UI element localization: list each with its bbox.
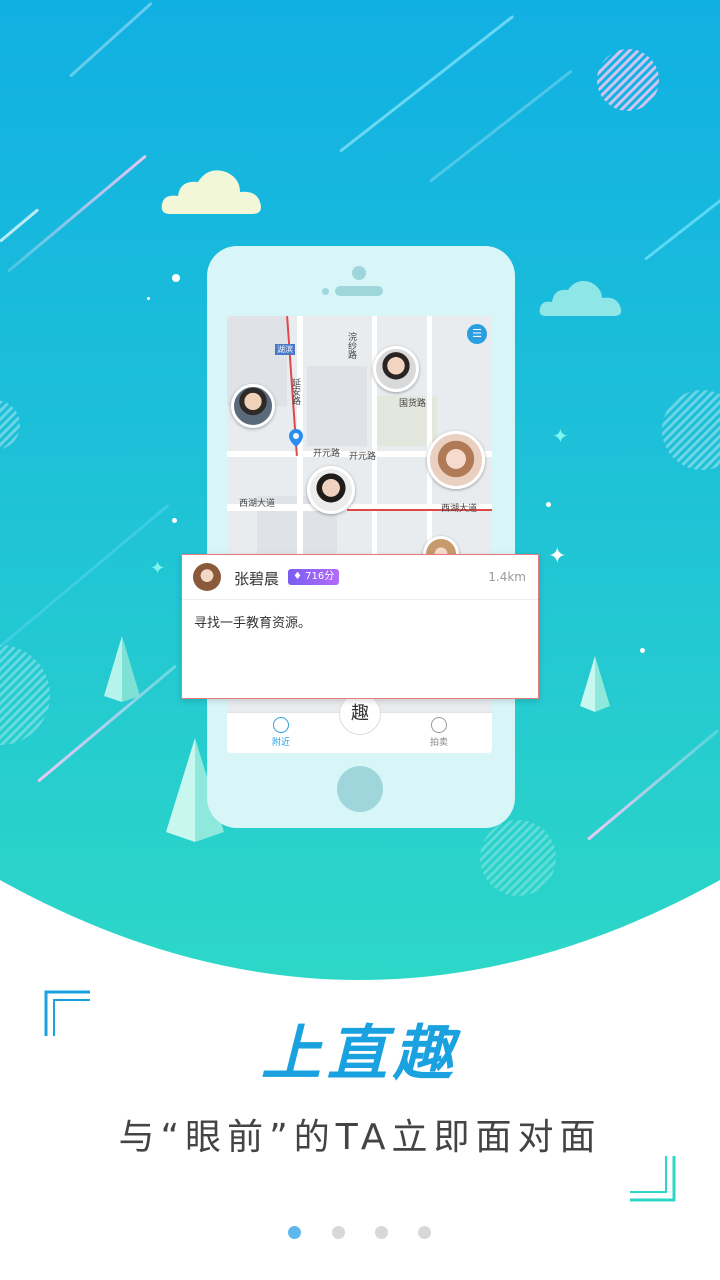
center-fun-label: 趣 — [351, 703, 369, 724]
user-info-card[interactable]: 张碧晨 ♦ 716分 1.4km 寻找一手教育资源。 — [181, 554, 539, 699]
score-value: 716分 — [305, 571, 335, 582]
user-avatar-marker[interactable] — [427, 431, 485, 489]
tab-nearby-label: 附近 — [271, 738, 290, 748]
map-label: 西湖大道 — [239, 499, 276, 509]
map-label: 浣纱路 — [346, 332, 356, 359]
user-avatar-marker[interactable] — [373, 346, 419, 392]
pagination-dot[interactable] — [288, 1226, 301, 1239]
tab-auction-label: 拍卖 — [429, 738, 448, 748]
flame-icon: ♦ — [293, 571, 302, 582]
user-avatar-marker[interactable] — [231, 384, 275, 428]
compass-icon — [273, 717, 289, 733]
center-fun-button[interactable]: 趣 — [339, 693, 381, 735]
brand-title: 上直趣 — [261, 1019, 459, 1089]
user-message: 寻找一手教育资源。 — [194, 616, 312, 631]
location-pin-icon — [289, 429, 303, 447]
map-label: 开元路 — [349, 452, 377, 462]
corner-bracket-decor — [630, 1156, 676, 1202]
distance-text: 1.4km — [488, 570, 526, 584]
card-header: 张碧晨 ♦ 716分 1.4km — [182, 555, 538, 600]
pagination-dot[interactable] — [375, 1226, 388, 1239]
pagination-dot[interactable] — [418, 1226, 431, 1239]
brand-slogan: 与“眼前”的TA立即面对面 — [118, 1117, 602, 1158]
map-block — [307, 366, 367, 446]
score-badge: ♦ 716分 — [288, 569, 340, 585]
avatar[interactable] — [193, 563, 221, 591]
map-label: 延安路 — [290, 378, 300, 405]
map-label: 西湖大道 — [441, 504, 478, 514]
map-label: 湖滨 — [275, 344, 295, 355]
map-road — [427, 316, 432, 556]
pagination-dot[interactable] — [332, 1226, 345, 1239]
gavel-icon — [431, 717, 447, 733]
map-label: 开元路 — [313, 449, 341, 459]
user-name: 张碧晨 — [234, 570, 280, 588]
map-road — [372, 316, 377, 556]
pagination-dots — [288, 1226, 438, 1242]
user-avatar-marker[interactable] — [307, 466, 355, 514]
bottom-tabbar: 趣 附近 拍卖 — [227, 693, 492, 753]
map-label: 国货路 — [399, 399, 427, 409]
tab-auction[interactable]: 拍卖 — [409, 717, 469, 748]
tab-nearby[interactable]: 附近 — [251, 717, 311, 748]
list-icon[interactable]: ☰ — [467, 324, 487, 344]
